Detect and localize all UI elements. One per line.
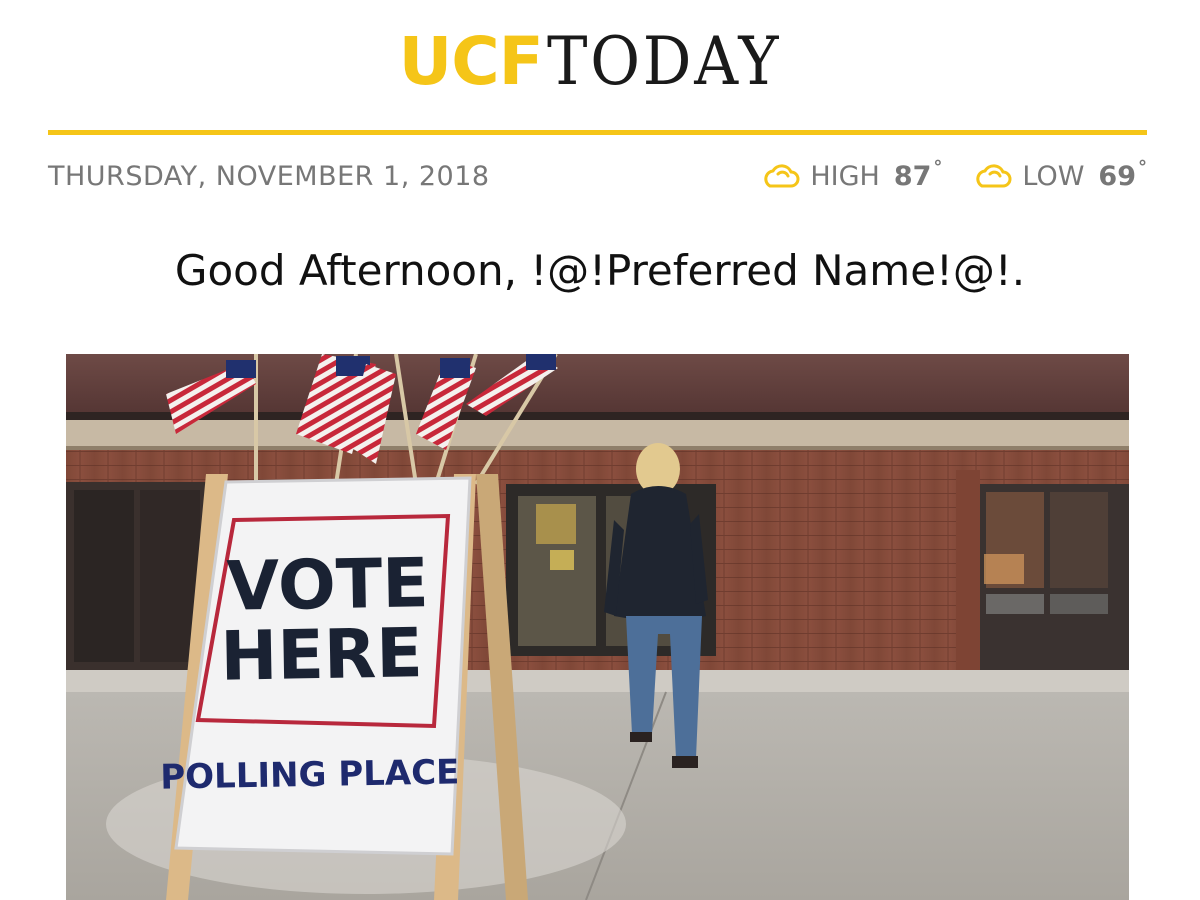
masthead: UCF TODAY [0,22,1200,102]
brick-column [956,470,980,670]
high-label: HIGH [810,160,880,192]
degree-symbol: ° [933,156,943,178]
personal-greeting: Good Afternoon, !@!Preferred Name!@!. [174,246,1026,295]
polling-place-photo: VOTE HERE POLLING PLACE [66,354,1129,900]
issue-date: THURSDAY, NOVEMBER 1, 2018 [48,160,490,192]
high-temperature: 87 ° [893,157,943,192]
logo-today-text: TODAY [546,23,781,100]
roof-edge [66,412,1129,420]
degree-symbol: ° [1138,156,1147,178]
date-weather-bar: THURSDAY, NOVEMBER 1, 2018 HIGH 87 ° LOW … [48,157,1147,194]
weather-low: LOW 69 ° [972,157,1147,192]
cloud-icon [764,164,800,188]
sign-here-text: HERE [220,614,424,697]
email-newsletter: UCF TODAY THURSDAY, NOVEMBER 1, 2018 HIG… [0,0,1200,900]
low-temperature: 69 ° [1098,157,1147,192]
gold-divider [48,130,1147,135]
low-temperature-number: 69 [1098,160,1136,192]
weather-high: HIGH 87 ° [760,157,943,192]
soffit [66,420,1129,450]
sign-polling-place-text: POLLING PLACE [160,752,460,797]
low-label: LOW [1022,160,1085,192]
ucf-today-logo[interactable]: UCF TODAY [399,29,802,95]
logo-ucf-text: UCF [398,23,544,100]
high-temperature-number: 87 [893,160,932,192]
weather-forecast: HIGH 87 ° LOW 69 ° [760,157,1147,192]
cloud-icon [976,164,1012,188]
hero-image[interactable]: VOTE HERE POLLING PLACE [66,354,1129,900]
